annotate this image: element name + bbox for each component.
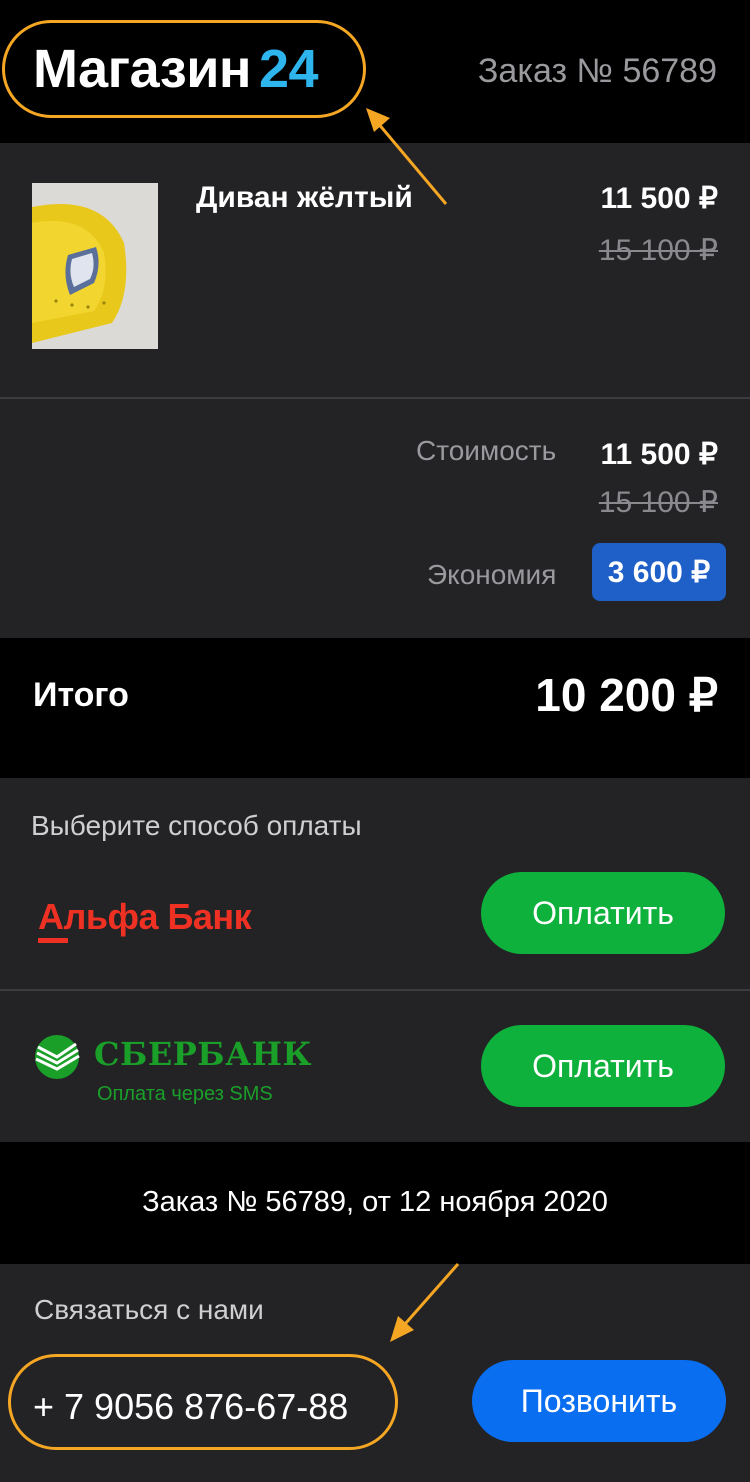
payment-title: Выберите способ оплаты [31, 810, 362, 841]
order-info-bar: Заказ № 56789, от 12 ноября 2020 [0, 1142, 750, 1264]
total-value: 10 200 ₽ [535, 669, 718, 721]
cost-old-value: 15 100 ₽ [598, 486, 718, 519]
order-number: Заказ № 56789 [477, 52, 717, 90]
sberbank-logo-icon [35, 1035, 80, 1079]
order-info-text: Заказ № 56789, от 12 ноября 2020 [142, 1186, 608, 1218]
sberbank-logo-text: СБЕРБАНК [94, 1035, 313, 1073]
contact-title: Связаться с нами [34, 1294, 264, 1325]
phone-highlight-ring [8, 1354, 398, 1450]
pay-alfa-button[interactable]: Оплатить [481, 872, 725, 954]
logo-highlight-ring [2, 20, 366, 118]
sberbank-subtitle: Оплата через SMS [97, 1083, 273, 1105]
product-image[interactable] [32, 183, 158, 349]
product-old-price: 15 100 ₽ [598, 234, 718, 267]
cost-label: Стоимость [416, 435, 557, 466]
product-name[interactable]: Диван жёлтый [196, 181, 413, 215]
contact-section: Связаться с нами + 7 9056 876-67-88 Позв… [0, 1264, 750, 1482]
alfa-logo-underline [38, 938, 68, 943]
payment-option-sber: СБЕРБАНК Оплата через SMS Оплатить [0, 991, 750, 1142]
product-price: 11 500 ₽ [600, 182, 718, 215]
payment-option-alfa: Выберите способ оплаты Альфа Банк Оплати… [0, 778, 750, 989]
product-row: Диван жёлтый 11 500 ₽ 15 100 ₽ [0, 143, 750, 397]
sofa-image-icon [32, 183, 158, 349]
cost-value: 11 500 ₽ [600, 438, 718, 471]
price-summary: Стоимость 11 500 ₽ 15 100 ₽ Экономия 3 6… [0, 399, 750, 638]
header: Магазин 24 Заказ № 56789 [0, 0, 750, 143]
total-label: Итого [33, 676, 129, 714]
call-button[interactable]: Позвонить [472, 1360, 726, 1442]
total-row: Итого 10 200 ₽ [0, 638, 750, 778]
alfa-bank-logo: Альфа Банк [38, 896, 252, 937]
savings-badge: 3 600 ₽ [592, 543, 726, 601]
savings-label: Экономия [427, 559, 557, 590]
pay-sber-button[interactable]: Оплатить [481, 1025, 725, 1107]
